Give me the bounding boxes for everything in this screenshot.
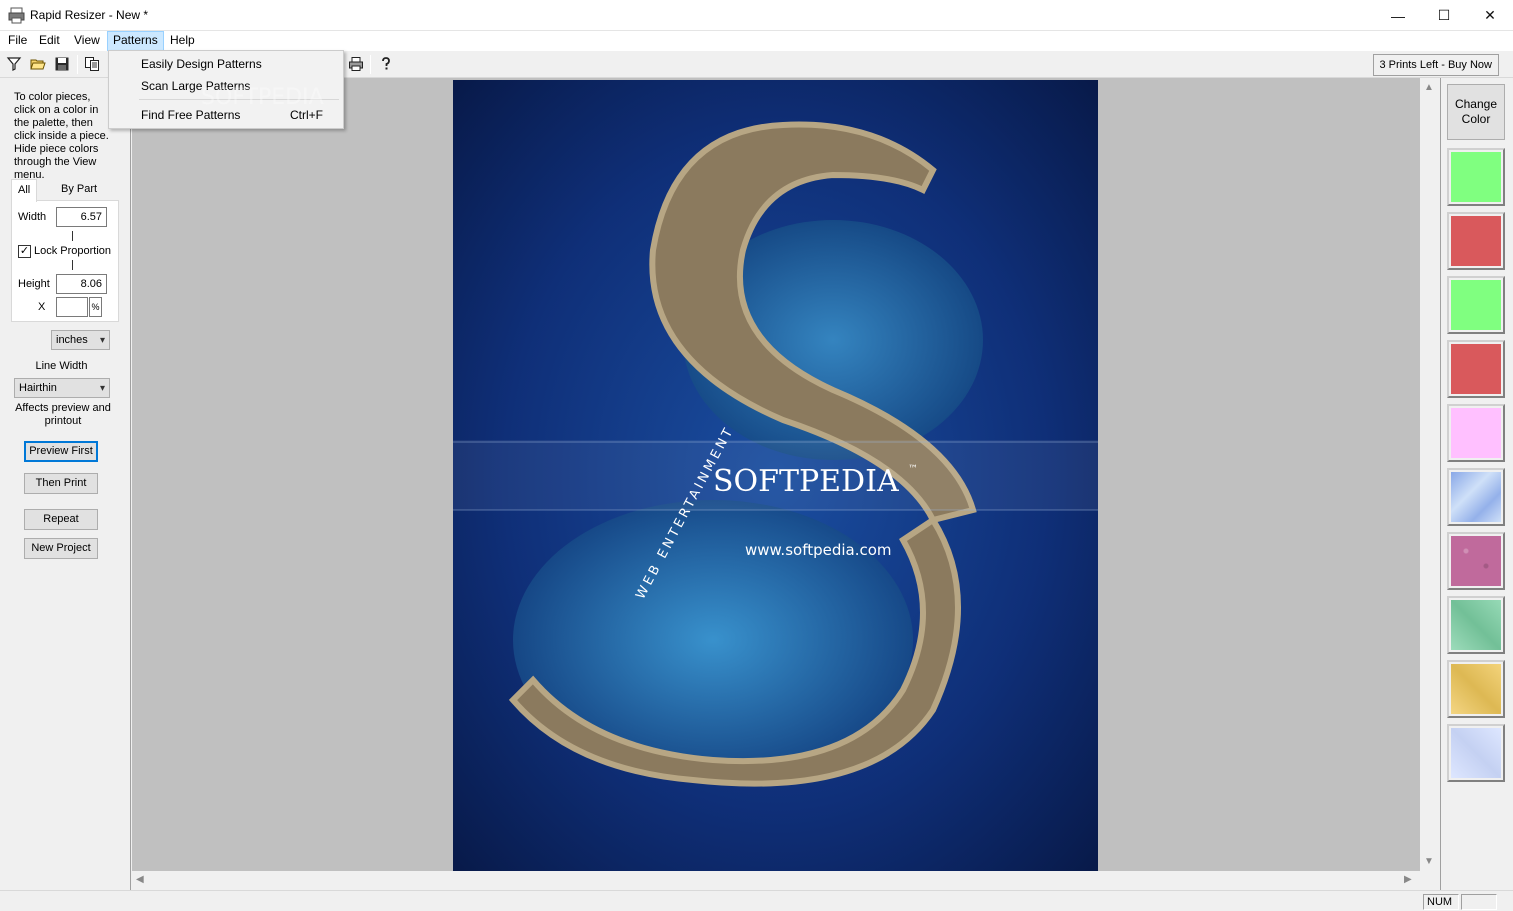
watermark-tm: ™	[908, 464, 918, 475]
line-width-select[interactable]: Hairthin ▾	[14, 378, 110, 398]
app-printer-icon	[8, 7, 25, 24]
chevron-down-icon: ▾	[99, 383, 105, 394]
swatch-coral-red[interactable]	[1447, 212, 1505, 270]
line-width-value: Hairthin	[19, 382, 57, 394]
menu-file[interactable]: File	[3, 31, 32, 51]
new-project-button[interactable]: New Project	[24, 538, 98, 559]
x-label: X	[38, 301, 46, 313]
help-text: To color pieces, click on a color in the…	[14, 91, 109, 181]
units-value: inches	[56, 334, 88, 346]
pattern-image: SOFTPEDIA ™ www.softpedia.com WEB ENTERT…	[453, 80, 1098, 871]
watermark-url: www.softpedia.com	[745, 541, 892, 559]
close-icon: ✕	[1484, 7, 1496, 23]
menu-patterns[interactable]: Patterns	[107, 31, 164, 51]
maximize-icon: ☐	[1437, 7, 1451, 23]
menu-item-easily-design-patterns[interactable]: Easily Design Patterns	[109, 53, 343, 75]
swatch-green-texture[interactable]	[1447, 596, 1505, 654]
menu-help[interactable]: Help	[165, 31, 200, 51]
island-image: SOFTPEDIA ™ www.softpedia.com WEB ENTERT…	[453, 80, 1098, 871]
swatch-light-green[interactable]	[1447, 148, 1505, 206]
window-title: Rapid Resizer - New *	[30, 8, 149, 22]
scroll-right-icon[interactable]: ▶	[1404, 874, 1412, 885]
menu-view[interactable]: View	[69, 31, 105, 51]
close-button[interactable]: ✕	[1467, 0, 1513, 31]
softpedia-watermark-logo: SOFTPEDIA	[201, 85, 324, 110]
width-label: Width	[18, 211, 47, 223]
line-width-label: Line Width	[35, 360, 88, 372]
patterns-dropdown-menu: Easily Design Patterns Scan Large Patter…	[108, 50, 344, 129]
preview-canvas[interactable]: SOFTPEDIA ™ www.softpedia.com WEB ENTERT…	[132, 78, 1420, 871]
menu-bar: File Edit View Patterns Help	[0, 31, 1513, 51]
scroll-left-icon[interactable]: ◀	[136, 874, 144, 885]
change-color-button[interactable]: Change Color	[1447, 84, 1505, 140]
width-input[interactable]: 6.57	[56, 207, 107, 227]
lock-proportion-checkbox[interactable]: ✓	[18, 245, 31, 258]
size-tabs: All By Part	[11, 179, 119, 202]
status-pane-empty	[1461, 894, 1497, 910]
lock-proportion-label: Lock Proportion	[34, 245, 112, 257]
repeat-button[interactable]: Repeat	[24, 509, 98, 530]
size-tab-body: Width 6.57 ✓ Lock Proportion Height 8.06…	[11, 200, 119, 322]
tab-by-part[interactable]: By Part	[55, 179, 103, 201]
scroll-down-icon[interactable]: ▼	[1424, 856, 1434, 867]
units-select[interactable]: inches ▾	[51, 330, 110, 350]
swatch-yellow-texture[interactable]	[1447, 660, 1505, 718]
then-print-button[interactable]: Then Print	[24, 473, 98, 494]
swatch-coral-red-2[interactable]	[1447, 340, 1505, 398]
scale-percent-input[interactable]	[56, 297, 88, 317]
left-panel: To color pieces, click on a color in the…	[0, 78, 131, 890]
color-palette: Change Color	[1440, 78, 1513, 890]
menu-edit[interactable]: Edit	[34, 31, 65, 51]
scroll-up-icon[interactable]: ▲	[1424, 82, 1434, 93]
vertical-scrollbar[interactable]: ▲ ▼	[1420, 78, 1437, 871]
tab-all[interactable]: All	[11, 179, 38, 202]
affects-text: Affects preview and printout	[15, 402, 111, 427]
percent-button[interactable]: %	[89, 297, 102, 317]
swatch-pink[interactable]	[1447, 404, 1505, 462]
swatch-light-blue-texture[interactable]	[1447, 724, 1505, 782]
save-icon[interactable]	[52, 54, 72, 74]
print-icon[interactable]	[346, 54, 366, 74]
height-label: Height	[18, 278, 50, 290]
horizontal-scrollbar[interactable]: ◀ ▶	[132, 871, 1420, 888]
status-bar: NUM	[0, 890, 1513, 911]
menu-item-label: Easily Design Patterns	[141, 57, 262, 71]
swatch-blue-marble[interactable]	[1447, 468, 1505, 526]
minimize-icon: —	[1391, 7, 1405, 24]
num-lock-indicator: NUM	[1423, 894, 1459, 910]
preview-first-button[interactable]: Preview First	[24, 441, 98, 462]
maximize-button[interactable]: ☐	[1421, 0, 1467, 31]
copy-icon[interactable]	[82, 54, 102, 74]
swatch-light-green-2[interactable]	[1447, 276, 1505, 334]
chevron-down-icon: ▾	[99, 335, 105, 346]
buy-now-button[interactable]: 3 Prints Left - Buy Now	[1372, 54, 1499, 76]
help-icon[interactable]	[376, 54, 396, 74]
watermark-title: SOFTPEDIA	[713, 464, 899, 499]
menu-item-label: Find Free Patterns	[141, 108, 241, 122]
height-input[interactable]: 8.06	[56, 274, 107, 294]
swatch-purple-texture[interactable]	[1447, 532, 1505, 590]
filter-icon[interactable]	[4, 54, 24, 74]
title-bar: Rapid Resizer - New * — ☐ ✕	[0, 0, 1513, 31]
minimize-button[interactable]: —	[1375, 0, 1421, 31]
open-folder-icon[interactable]	[28, 54, 48, 74]
